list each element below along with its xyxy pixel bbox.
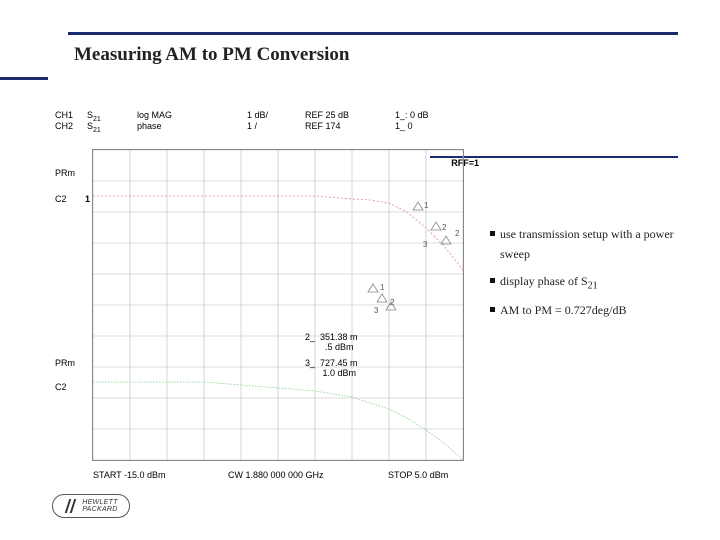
stop-label: STOP 5.0 dBm — [388, 470, 448, 480]
marker2-readout: 2_ 351.38 m .5 dBm — [305, 332, 358, 352]
bullet-1-line1: use transmission setup with a power — [500, 227, 674, 241]
hp-logo: HEWLETT PACKARD — [52, 494, 130, 518]
prm-lower: PRm — [55, 358, 75, 368]
ch1-ref: REF 25 dB — [305, 110, 349, 120]
page-title: Measuring AM to PM Conversion — [74, 44, 349, 66]
svg-text:1: 1 — [380, 283, 385, 292]
marker-upper-2-alt: 2 — [455, 229, 460, 238]
hp-logo-text: HEWLETT PACKARD — [82, 499, 118, 513]
stub-rule — [0, 70, 48, 80]
ch1-label: CH1 — [55, 110, 73, 120]
cw-label: CW 1.880 000 000 GHz — [228, 470, 324, 480]
svg-text:1: 1 — [424, 201, 429, 210]
start-label: START -15.0 dBm — [93, 470, 166, 480]
ch2-ref: REF 174 — [305, 121, 341, 131]
bullet-list: use transmission setup with a power swee… — [490, 224, 690, 327]
bullet-1-line2: sweep — [500, 247, 530, 261]
marker-upper-3: 3 — [423, 236, 451, 249]
ch1-scale: 1 dB/ — [247, 110, 268, 120]
ch2-label: CH2 — [55, 121, 73, 131]
ch2-scale: 1 / — [247, 121, 257, 131]
plot-area: 1 2 3 2 1 2 3 — [93, 150, 463, 460]
marker3-readout: 3_ 727.45 m 1.0 dBm — [305, 358, 358, 378]
marker-upper-1: 1 — [413, 201, 429, 210]
bullet-1: use transmission setup with a power swee… — [490, 224, 690, 265]
ch1-marker-hdr: 1_: 0 dB — [395, 110, 429, 120]
bullet-2-sub: 21 — [588, 280, 598, 291]
c2-upper: C2 — [55, 194, 67, 204]
svg-text:3: 3 — [423, 240, 428, 249]
chart-footer: START -15.0 dBm CW 1.880 000 000 GHz STO… — [93, 470, 463, 486]
bullet-2: display phase of S21 — [490, 271, 690, 294]
ch2-marker-hdr: 1_ 0 — [395, 121, 413, 131]
svg-text:3: 3 — [374, 306, 379, 315]
chart-header: CH1 CH2 S21 S21 log MAG phase 1 dB/ 1 / … — [55, 110, 485, 138]
ref-tick-1: 1 — [85, 194, 90, 204]
bullet-3-text: AM to PM = 0.727deg/dB — [500, 303, 626, 317]
marker-upper-2: 2 — [431, 222, 447, 232]
analyzer-screenshot: CH1 CH2 S21 S21 log MAG phase 1 dB/ 1 / … — [55, 110, 485, 505]
grid — [93, 150, 463, 460]
ch2-format: phase — [137, 121, 162, 131]
top-rule — [68, 32, 678, 35]
ch2-param: S21 — [87, 121, 101, 134]
marker-lower-1: 1 — [368, 283, 385, 292]
bullet-2-text: display phase of S — [500, 274, 588, 288]
svg-text:2: 2 — [442, 223, 447, 232]
prm-upper: PRm — [55, 168, 75, 178]
ch1-format: log MAG — [137, 110, 172, 120]
bullet-3: AM to PM = 0.727deg/dB — [490, 300, 690, 320]
hp-logo-icon — [64, 499, 78, 513]
c2-lower: C2 — [55, 382, 67, 392]
